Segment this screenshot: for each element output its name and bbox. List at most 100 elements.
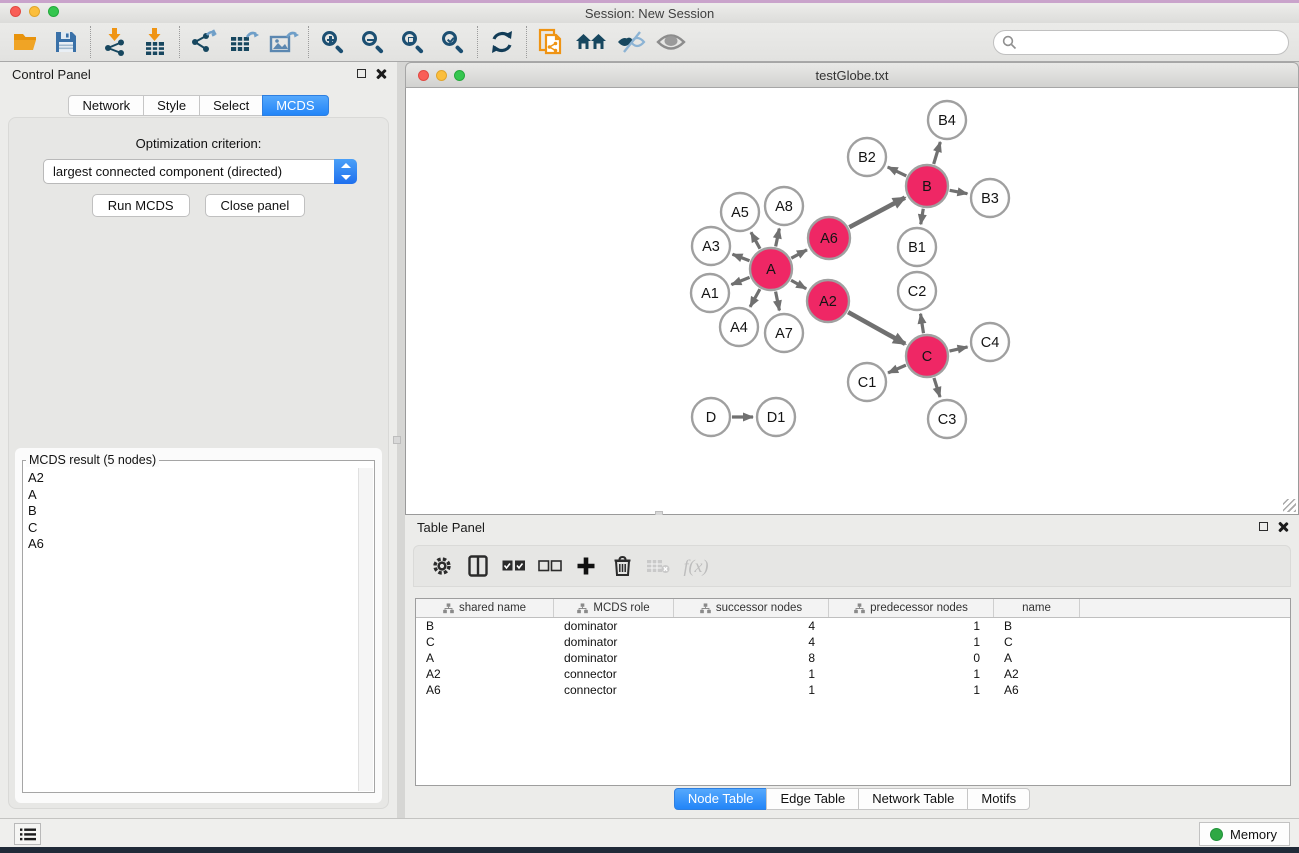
- table-row[interactable]: A2connector11A2: [416, 666, 1290, 682]
- graph-node-A5[interactable]: A5: [721, 193, 759, 231]
- table-cell[interactable]: A6: [994, 682, 1080, 698]
- table-cell[interactable]: 4: [674, 618, 829, 634]
- table-cell[interactable]: B: [416, 618, 554, 634]
- graph-node-D[interactable]: D: [692, 398, 730, 436]
- import-table-button[interactable]: [135, 24, 175, 60]
- tab-edge-table[interactable]: Edge Table: [766, 788, 859, 810]
- close-panel-icon[interactable]: [376, 68, 387, 79]
- graph-edge-A-A2[interactable]: [791, 280, 806, 289]
- criterion-dropdown[interactable]: largest connected component (directed): [43, 159, 357, 184]
- hide-graphics-button[interactable]: [611, 24, 651, 60]
- search-input[interactable]: [993, 30, 1289, 55]
- show-columns-button[interactable]: [460, 548, 496, 584]
- graph-node-C[interactable]: C: [906, 335, 948, 377]
- graph-edge-C-C2[interactable]: [920, 314, 923, 334]
- table-cell[interactable]: C: [994, 634, 1080, 650]
- graph-node-B2[interactable]: B2: [848, 138, 886, 176]
- table-cell[interactable]: A2: [994, 666, 1080, 682]
- graph-node-A8[interactable]: A8: [765, 187, 803, 225]
- graph-edge-C-C3[interactable]: [934, 378, 940, 397]
- graph-edge-C-C1[interactable]: [888, 365, 906, 373]
- graph-edge-B-B2[interactable]: [888, 167, 907, 176]
- table-cell[interactable]: 4: [674, 634, 829, 650]
- graph-edge-A-A5[interactable]: [751, 232, 760, 249]
- network-window-titlebar[interactable]: testGlobe.txt: [405, 62, 1299, 88]
- graph-node-A7[interactable]: A7: [765, 314, 803, 352]
- tab-mcds[interactable]: MCDS: [262, 95, 328, 116]
- mcds-result-item[interactable]: B: [25, 503, 357, 520]
- tab-node-table[interactable]: Node Table: [674, 788, 768, 810]
- graph-edge-A-A6[interactable]: [791, 250, 807, 258]
- column-header-shared-name[interactable]: shared name: [416, 599, 554, 617]
- table-row[interactable]: Adominator80A: [416, 650, 1290, 666]
- close-panel-button[interactable]: Close panel: [205, 194, 306, 217]
- graph-node-C3[interactable]: C3: [928, 400, 966, 438]
- graph-node-C2[interactable]: C2: [898, 272, 936, 310]
- table-cell[interactable]: A: [994, 650, 1080, 666]
- table-row[interactable]: A6connector11A6: [416, 682, 1290, 698]
- memory-button[interactable]: Memory: [1199, 822, 1290, 846]
- graph-node-D1[interactable]: D1: [757, 398, 795, 436]
- network-canvas[interactable]: B4B2BB3A5A8A6A3B1AA1C2A2A4A7C4CC1DD1C3: [405, 88, 1299, 515]
- graph-node-A2[interactable]: A2: [807, 280, 849, 322]
- export-image-button[interactable]: [264, 24, 304, 60]
- table-cell[interactable]: dominator: [554, 634, 674, 650]
- zoom-in-button[interactable]: [313, 24, 353, 60]
- table-cell[interactable]: C: [416, 634, 554, 650]
- table-cell[interactable]: 0: [829, 650, 994, 666]
- graph-edge-A2-C[interactable]: [848, 312, 905, 344]
- run-mcds-button[interactable]: Run MCDS: [92, 194, 190, 217]
- tab-network-table[interactable]: Network Table: [858, 788, 968, 810]
- graph-edge-A-A4[interactable]: [750, 289, 760, 307]
- graph-node-A1[interactable]: A1: [691, 274, 729, 312]
- mcds-result-item[interactable]: A: [25, 487, 357, 504]
- import-network-button[interactable]: [95, 24, 135, 60]
- table-cell[interactable]: A: [416, 650, 554, 666]
- graph-node-B4[interactable]: B4: [928, 101, 966, 139]
- graph-node-A3[interactable]: A3: [692, 227, 730, 265]
- graph-edge-A-A8[interactable]: [776, 229, 780, 247]
- mcds-result-item[interactable]: A6: [25, 536, 357, 553]
- column-header-successor-nodes[interactable]: successor nodes: [674, 599, 829, 617]
- mcds-result-item[interactable]: C: [25, 520, 357, 537]
- table-cell[interactable]: B: [994, 618, 1080, 634]
- graph-node-A[interactable]: A: [750, 248, 792, 290]
- delete-table-button[interactable]: [640, 548, 676, 584]
- graph-edge-B-B1[interactable]: [921, 209, 924, 225]
- column-header-name[interactable]: name: [994, 599, 1080, 617]
- table-settings-button[interactable]: [424, 548, 460, 584]
- tab-select[interactable]: Select: [199, 95, 263, 116]
- table-cell[interactable]: dominator: [554, 618, 674, 634]
- home-networks-button[interactable]: [571, 24, 611, 60]
- graph-edge-A-A3[interactable]: [732, 254, 749, 261]
- create-column-button[interactable]: [568, 548, 604, 584]
- graph-edge-A6-B[interactable]: [849, 198, 905, 228]
- float-panel-icon[interactable]: [1259, 522, 1268, 531]
- zoom-out-button[interactable]: [353, 24, 393, 60]
- open-session-button[interactable]: [6, 24, 46, 60]
- function-builder-button[interactable]: f(x): [676, 548, 712, 584]
- task-history-button[interactable]: [14, 823, 41, 845]
- result-scrollbar[interactable]: [358, 468, 373, 791]
- export-table-button[interactable]: [224, 24, 264, 60]
- graph-node-A4[interactable]: A4: [720, 308, 758, 346]
- graph-edge-A-A1[interactable]: [731, 277, 749, 284]
- tab-motifs[interactable]: Motifs: [967, 788, 1030, 810]
- zoom-fit-button[interactable]: [393, 24, 433, 60]
- tab-network[interactable]: Network: [68, 95, 144, 116]
- table-cell[interactable]: 1: [829, 634, 994, 650]
- table-row[interactable]: Bdominator41B: [416, 618, 1290, 634]
- graph-node-A6[interactable]: A6: [808, 217, 850, 259]
- graph-node-B3[interactable]: B3: [971, 179, 1009, 217]
- copy-network-button[interactable]: [531, 24, 571, 60]
- table-cell[interactable]: 1: [829, 666, 994, 682]
- close-panel-icon[interactable]: [1278, 521, 1289, 532]
- column-header-mcds-role[interactable]: MCDS role: [554, 599, 674, 617]
- graph-node-B[interactable]: B: [906, 165, 948, 207]
- table-cell[interactable]: connector: [554, 666, 674, 682]
- table-cell[interactable]: connector: [554, 682, 674, 698]
- table-cell[interactable]: 1: [829, 618, 994, 634]
- tab-style[interactable]: Style: [143, 95, 200, 116]
- graph-node-B1[interactable]: B1: [898, 228, 936, 266]
- table-cell[interactable]: 1: [829, 682, 994, 698]
